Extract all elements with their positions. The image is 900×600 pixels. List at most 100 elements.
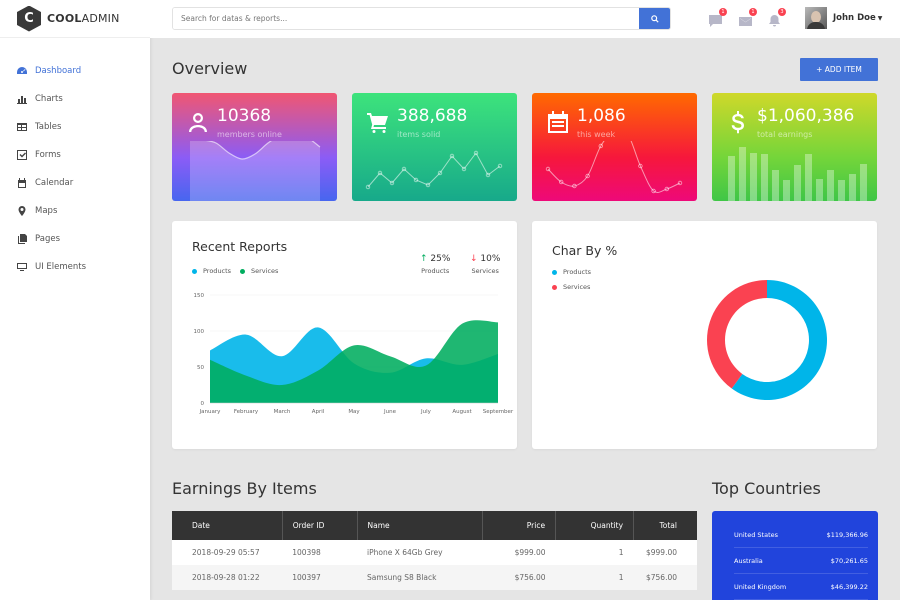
dollar-icon — [726, 110, 750, 134]
sidebar-item-forms[interactable]: Forms — [0, 141, 150, 169]
map-marker-icon — [17, 206, 27, 216]
stat-label: items solid — [397, 130, 441, 139]
user-icon — [186, 110, 210, 134]
sidebar-item-label: Tables — [35, 122, 62, 132]
y-tick-label: 50 — [197, 365, 204, 371]
brand-name-bold: COOL — [47, 12, 82, 25]
sidebar-item-charts[interactable]: Charts — [0, 85, 150, 113]
bell-icon — [769, 15, 780, 27]
table-row[interactable]: 2018-09-28 01:22 100397 Samsung S8 Black… — [172, 565, 697, 590]
sidebar-item-label: Forms — [35, 150, 61, 160]
sparkline-bar — [805, 154, 812, 201]
logo-icon: C — [17, 5, 41, 32]
sidebar-item-tables[interactable]: Tables — [0, 113, 150, 141]
stat-label: this week — [577, 130, 616, 139]
calendar-icon — [546, 110, 570, 134]
x-tick-label: January — [199, 409, 222, 415]
list-item[interactable]: United States $119,366.96 — [734, 522, 868, 548]
column-header[interactable]: Name — [357, 511, 484, 540]
cart-icon — [366, 110, 390, 134]
search-button[interactable] — [639, 8, 670, 29]
stat-sparkline — [190, 141, 321, 201]
bar-chart-icon — [17, 94, 27, 104]
dashboard-icon — [17, 66, 27, 76]
stat-value: 1,086 — [577, 106, 626, 126]
search-input[interactable] — [173, 8, 639, 29]
sparkline-bar — [816, 179, 823, 201]
stat-label: members online — [217, 130, 282, 139]
sparkline-bar — [750, 153, 757, 201]
top-countries-title: Top Countries — [712, 479, 821, 498]
y-tick-label: 0 — [201, 401, 205, 407]
sidebar-nav: Dashboard Charts Tables Forms Calendar M… — [0, 38, 150, 281]
sparkline-bar — [838, 180, 845, 201]
sidebar-item-pages[interactable]: Pages — [0, 225, 150, 253]
cell-name: Samsung S8 Black — [357, 565, 483, 590]
messages-button[interactable]: 1 — [709, 8, 727, 27]
cell-name: iPhone X 64Gb Grey — [357, 540, 483, 565]
top-header: 1 1 3 John Doe▼ — [150, 0, 900, 38]
table-row[interactable]: 2018-09-29 05:57 100398 iPhone X 64Gb Gr… — [172, 540, 697, 565]
copy-icon — [17, 234, 27, 244]
x-tick-label: February — [234, 409, 259, 415]
sidebar-item-calendar[interactable]: Calendar — [0, 169, 150, 197]
messages-badge: 1 — [719, 8, 727, 16]
sidebar-item-ui-elements[interactable]: UI Elements — [0, 253, 150, 281]
user-name: John Doe — [833, 13, 876, 23]
logo[interactable]: C COOLADMIN — [0, 0, 150, 38]
cell-quantity: 1 — [555, 565, 634, 590]
x-tick-label: June — [383, 409, 397, 415]
country-amount: $46,399.22 — [830, 582, 868, 591]
email-icon — [739, 17, 752, 26]
sparkline-area — [190, 141, 320, 201]
notifications-badge: 3 — [778, 8, 786, 16]
sidebar-item-dashboard[interactable]: Dashboard — [0, 57, 150, 85]
sidebar-item-label: Calendar — [35, 178, 74, 188]
sidebar-item-maps[interactable]: Maps — [0, 197, 150, 225]
stat-value: 10368 — [217, 106, 272, 126]
sparkline-bar — [849, 174, 856, 201]
user-menu[interactable]: John Doe ▼ — [833, 13, 882, 23]
column-header[interactable]: Total — [633, 511, 697, 540]
list-item[interactable]: United Kingdom $46,399.22 — [734, 574, 868, 600]
cell-order-id: 100398 — [282, 540, 358, 565]
chevron-down-icon: ▼ — [877, 15, 883, 22]
earnings-title: Earnings By Items — [172, 479, 317, 498]
x-tick-label: August — [452, 409, 472, 415]
sidebar-item-label: Maps — [35, 206, 58, 216]
add-item-button[interactable]: + ADD ITEM — [800, 58, 878, 81]
stat-sparkline — [365, 150, 503, 190]
stat-value: $1,060,386 — [757, 106, 855, 126]
stat-card-members: 10368 members online — [172, 93, 337, 201]
notifications-button[interactable]: 3 — [768, 8, 786, 27]
sparkline-bar — [772, 170, 779, 201]
sparkline-line — [367, 152, 501, 188]
sparkline-bar — [783, 180, 790, 201]
top-countries-list: United States $119,366.96 Australia $70,… — [712, 511, 878, 600]
x-tick-label: July — [420, 409, 432, 415]
stat-card-items: 388,688 items solid — [352, 93, 517, 201]
column-header[interactable]: Order ID — [282, 511, 358, 540]
table-icon — [17, 122, 27, 132]
x-tick-label: March — [274, 409, 291, 415]
sparkline-bar — [761, 154, 768, 201]
table-header-row: Date Order ID Name Price Quantity Total — [172, 511, 697, 540]
cell-order-id: 100397 — [282, 565, 358, 590]
char-by-pct-card: Char By % Products Services — [532, 221, 877, 449]
desktop-icon — [17, 262, 27, 272]
column-header[interactable]: Quantity — [555, 511, 635, 540]
list-item[interactable]: Australia $70,261.65 — [734, 548, 868, 574]
avatar[interactable] — [805, 7, 827, 29]
country-name: Australia — [734, 556, 763, 565]
email-button[interactable]: 1 — [739, 8, 757, 26]
stat-label: total earnings — [757, 130, 813, 139]
stat-sparkline — [728, 147, 867, 201]
donut-slice-services — [707, 280, 767, 389]
column-header[interactable]: Date — [172, 511, 283, 540]
recent-reports-card: Recent Reports Products Services ↑ 25% P… — [172, 221, 517, 449]
comment-icon — [709, 15, 722, 27]
column-header[interactable]: Price — [482, 511, 557, 540]
sparkline-bar — [728, 156, 735, 201]
stat-card-earnings: $1,060,386 total earnings — [712, 93, 877, 201]
cell-total: $999.00 — [633, 540, 697, 565]
